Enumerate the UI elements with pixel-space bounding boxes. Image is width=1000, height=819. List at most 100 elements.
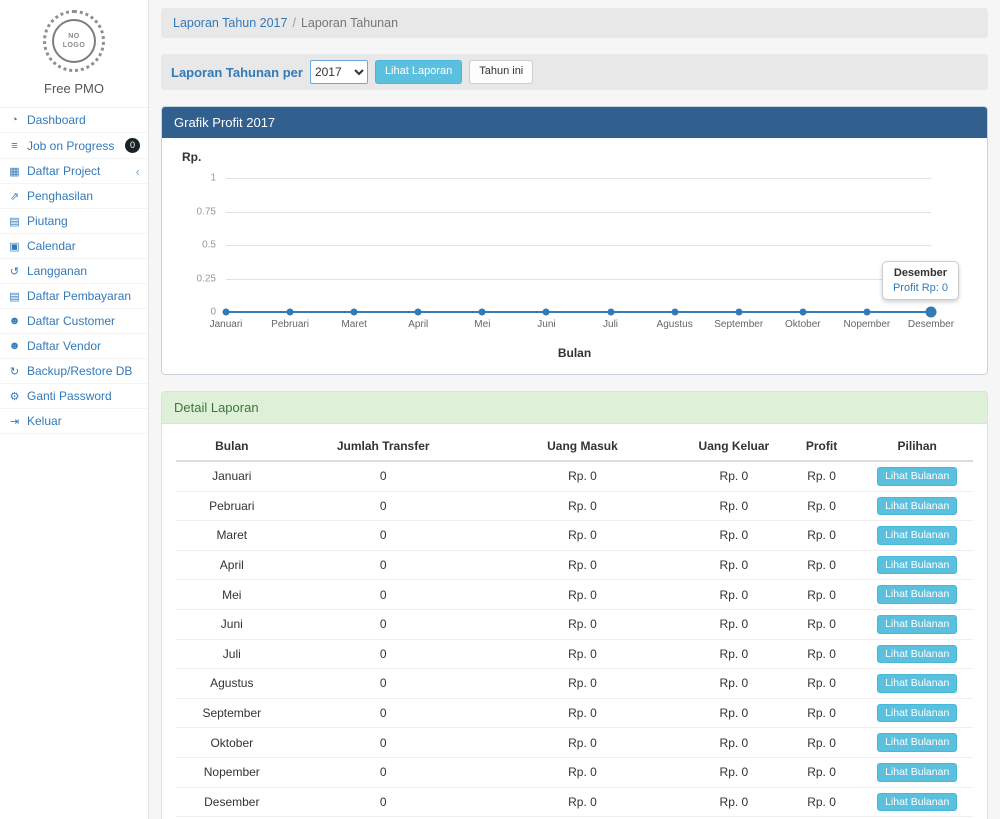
sign-out-icon: ⇥ [8,415,21,428]
lihat-bulanan-button[interactable]: Lihat Bulanan [877,763,957,782]
count-badge: 0 [125,138,140,153]
data-point-september[interactable] [735,309,742,316]
cell-masuk: Rp. 0 [479,521,686,551]
sidebar-item-daftar-vendor[interactable]: ☻Daftar Vendor [0,334,148,359]
data-point-januari[interactable] [223,309,230,316]
app-root: NO LOGO Free PMO ◔Dashboard≡Job on Progr… [0,0,1000,819]
lihat-bulanan-button[interactable]: Lihat Bulanan [877,526,957,545]
column-header-profit: Profit [782,432,862,461]
cell-bulan: Agustus [176,669,288,699]
y-axis-title: Rp. [182,150,973,164]
cell-pilihan: Lihat Bulanan [861,728,973,758]
data-point-maret[interactable] [351,309,358,316]
detail-table: BulanJumlah TransferUang MasukUang Kelua… [176,432,973,819]
sidebar-item-calendar[interactable]: ▣ Calendar [0,234,148,259]
y-tick-label: 0.25 [197,273,216,284]
lihat-bulanan-button[interactable]: Lihat Bulanan [877,704,957,723]
no-logo-stamp: NO LOGO [43,10,105,72]
cell-masuk: Rp. 0 [479,609,686,639]
cell-masuk: Rp. 0 [479,787,686,817]
lihat-bulanan-button[interactable]: Lihat Bulanan [877,793,957,812]
cell-transfer: 0 [288,728,479,758]
sidebar-item-label: Penghasilan [27,189,93,203]
logo-text-line2: LOGO [63,41,86,50]
cell-profit: Rp. 0 [782,669,862,699]
sidebar-item-job-on-progress[interactable]: ≡Job on Progress0 [0,133,148,159]
y-tick-label: 0.5 [202,240,216,251]
table-row: Pebruari0Rp. 0Rp. 0Rp. 0Lihat Bulanan [176,491,973,521]
cell-profit: Rp. 0 [782,609,862,639]
cell-keluar: Rp. 0 [686,461,782,491]
cell-keluar: Rp. 0 [686,728,782,758]
lock-icon: ⚙ [8,390,21,403]
breadcrumb-current: Laporan Tahunan [301,16,398,30]
sidebar-item-daftar-customer[interactable]: ☻Daftar Customer [0,309,148,334]
lihat-bulanan-button[interactable]: Lihat Bulanan [877,497,957,516]
sidebar-item-backup-restore-db[interactable]: ↻Backup/Restore DB [0,359,148,384]
year-select[interactable]: 2017 [310,60,368,84]
cell-keluar: Rp. 0 [686,580,782,610]
cell-masuk: Rp. 0 [479,491,686,521]
calendar-icon: ▣ [8,240,21,253]
cell-bulan: Januari [176,461,288,491]
cell-masuk: Rp. 0 [479,550,686,580]
tahun-ini-button[interactable]: Tahun ini [469,60,533,83]
breadcrumb-link[interactable]: Laporan Tahun 2017 [173,16,287,30]
sidebar-item-daftar-pembayaran[interactable]: ▤Daftar Pembayaran [0,284,148,309]
x-tick-label: September [714,319,763,330]
table-row: Nopember0Rp. 0Rp. 0Rp. 0Lihat Bulanan [176,757,973,787]
lihat-bulanan-button[interactable]: Lihat Bulanan [877,645,957,664]
sidebar-item-label: Calendar [27,239,76,253]
cell-profit: Rp. 0 [782,728,862,758]
cell-profit: Rp. 0 [782,580,862,610]
sidebar-item-keluar[interactable]: ⇥ Keluar [0,409,148,434]
data-point-mei[interactable] [479,309,486,316]
cell-keluar: Rp. 0 [686,757,782,787]
sidebar-item-label: Keluar [27,414,62,428]
y-tick-label: 0.75 [197,206,216,217]
sidebar-item-ganti-password[interactable]: ⚙ Ganti Password [0,384,148,409]
cell-profit: Rp. 0 [782,521,862,551]
data-point-juli[interactable] [607,309,614,316]
data-point-desember[interactable] [926,307,937,318]
cell-transfer: 0 [288,609,479,639]
cell-profit: Rp. 0 [782,550,862,580]
x-tick-label: Agustus [657,319,693,330]
lihat-bulanan-button[interactable]: Lihat Bulanan [877,585,957,604]
data-point-oktober[interactable] [799,309,806,316]
sidebar-item-daftar-project[interactable]: ▦Daftar Project‹ [0,159,148,184]
cell-pilihan: Lihat Bulanan [861,580,973,610]
x-tick-label: April [408,319,428,330]
cell-transfer: 0 [288,550,479,580]
data-point-nopember[interactable] [863,309,870,316]
lihat-laporan-button[interactable]: Lihat Laporan [375,60,462,83]
lihat-bulanan-button[interactable]: Lihat Bulanan [877,733,957,752]
table-row: Oktober0Rp. 0Rp. 0Rp. 0Lihat Bulanan [176,728,973,758]
sidebar-item-piutang[interactable]: ▤Piutang [0,209,148,234]
logo: NO LOGO Free PMO [0,0,148,96]
x-tick-label: Nopember [844,319,891,330]
data-point-juni[interactable] [543,309,550,316]
sidebar-item-label: Ganti Password [27,389,112,403]
chevron-left-icon: ‹ [136,165,140,178]
chart-tooltip: Desember Profit Rp: 0 [882,261,959,300]
tooltip-title: Desember [893,267,948,279]
sidebar-item-dashboard[interactable]: ◔Dashboard [0,108,148,133]
profit-line [226,311,931,313]
data-point-pebruari[interactable] [287,309,294,316]
sidebar-item-langganan[interactable]: ↺Langganan [0,259,148,284]
gridline [226,279,931,280]
cell-keluar: Rp. 0 [686,669,782,699]
lihat-bulanan-button[interactable]: Lihat Bulanan [877,615,957,634]
cell-pilihan: Lihat Bulanan [861,550,973,580]
gridline [226,212,931,213]
logo-text-line1: NO [68,32,80,41]
lihat-bulanan-button[interactable]: Lihat Bulanan [877,674,957,693]
table-header-row: BulanJumlah TransferUang MasukUang Kelua… [176,432,973,461]
lihat-bulanan-button[interactable]: Lihat Bulanan [877,556,957,575]
column-header-uang-keluar: Uang Keluar [686,432,782,461]
data-point-april[interactable] [415,309,422,316]
data-point-agustus[interactable] [671,309,678,316]
lihat-bulanan-button[interactable]: Lihat Bulanan [877,467,957,486]
sidebar-item-penghasilan[interactable]: ⇗Penghasilan [0,184,148,209]
